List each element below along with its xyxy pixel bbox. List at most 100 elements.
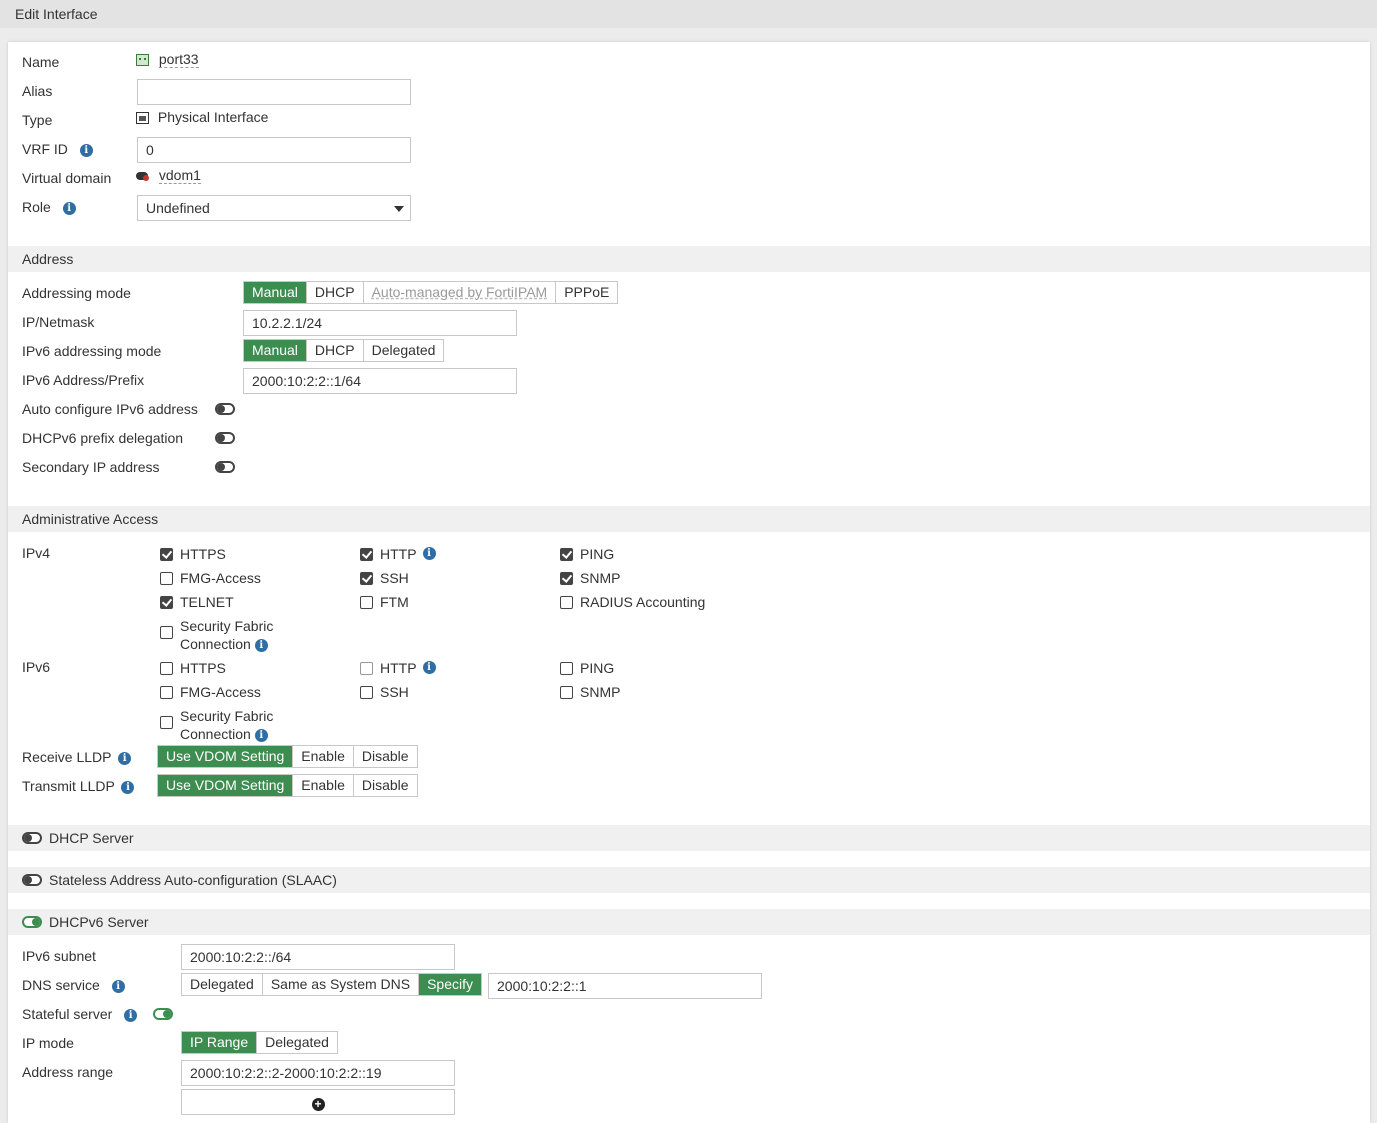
checkbox-box[interactable]: [560, 596, 573, 609]
dns-service-label-text: DNS service: [22, 977, 100, 993]
ipv6-snmp-checkbox[interactable]: SNMP: [560, 683, 620, 701]
mode-pppoe-button[interactable]: PPPoE: [555, 282, 617, 303]
ipv4-security-fabric-checkbox[interactable]: Security Fabric Connection i: [160, 617, 273, 653]
dns-server-input[interactable]: 2000:10:2:2::1: [488, 973, 762, 999]
info-icon[interactable]: i: [254, 638, 268, 652]
checkbox-label: HTTPS: [180, 660, 226, 676]
checkbox-box[interactable]: [160, 548, 173, 561]
transmit-lldp-label: Transmit LLDP i: [22, 778, 135, 794]
dhcp-server-toggle[interactable]: [22, 832, 42, 844]
ipv4-https-checkbox[interactable]: HTTPS: [160, 545, 226, 563]
checkbox-box[interactable]: [160, 686, 173, 699]
vdom-link[interactable]: vdom1: [158, 167, 201, 184]
receive-lldp-label-text: Receive LLDP: [22, 749, 112, 765]
ipv4-radius-accounting-checkbox[interactable]: RADIUS Accounting: [560, 593, 705, 611]
ipv6-mode-dhcp-button[interactable]: DHCP: [305, 340, 363, 361]
vdom-value: vdom1: [136, 167, 201, 184]
ip-mode-delegated-button[interactable]: Delegated: [256, 1032, 337, 1053]
ipv4-http-checkbox[interactable]: HTTP i: [360, 545, 436, 563]
checkbox-box[interactable]: [160, 662, 173, 675]
ipv4-snmp-checkbox[interactable]: SNMP: [560, 569, 620, 587]
info-icon[interactable]: i: [118, 751, 132, 765]
ipv6-security-fabric-checkbox[interactable]: Security Fabric Connection i: [160, 707, 273, 743]
ipv4-ssh-checkbox[interactable]: SSH: [360, 569, 409, 587]
checkbox-box[interactable]: [360, 572, 373, 585]
auto-config-label: Auto configure IPv6 address: [22, 401, 198, 417]
checkbox-box[interactable]: [360, 596, 373, 609]
slaac-section-header: Stateless Address Auto-configuration (SL…: [8, 867, 1370, 893]
dns-specify-button[interactable]: Specify: [418, 974, 482, 995]
dns-delegated-button[interactable]: Delegated: [182, 974, 262, 995]
info-icon[interactable]: i: [422, 661, 436, 674]
checkbox-box[interactable]: [160, 596, 173, 609]
chevron-down-icon: [394, 206, 404, 212]
slaac-toggle[interactable]: [22, 874, 42, 886]
checkbox-box[interactable]: [360, 548, 373, 561]
dhcpv6-server-toggle[interactable]: [22, 916, 42, 928]
receive-lldp-vdom-button[interactable]: Use VDOM Setting: [158, 746, 293, 767]
info-icon[interactable]: i: [79, 143, 93, 157]
transmit-lldp-disable-button[interactable]: Disable: [352, 775, 417, 796]
ipv6-fmg-access-checkbox[interactable]: FMG-Access: [160, 683, 261, 701]
ipv4-telnet-checkbox[interactable]: TELNET: [160, 593, 234, 611]
ipv6-mode-manual-button[interactable]: Manual: [244, 340, 306, 361]
role-select[interactable]: Undefined: [137, 195, 411, 221]
ipv6-ping-checkbox[interactable]: PING: [560, 659, 614, 677]
slaac-title: Stateless Address Auto-configuration (SL…: [49, 872, 337, 888]
checkbox-box[interactable]: [160, 716, 173, 729]
checkbox-box[interactable]: [560, 572, 573, 585]
checkbox-box[interactable]: [360, 686, 373, 699]
ipv6-mode-label: IPv6 addressing mode: [22, 343, 162, 359]
ip-mode-label: IP mode: [22, 1035, 74, 1051]
add-range-button[interactable]: +: [181, 1089, 455, 1115]
dns-system-button[interactable]: Same as System DNS: [261, 974, 418, 995]
checkbox-box[interactable]: [560, 686, 573, 699]
checkbox-label: PING: [580, 660, 615, 676]
info-icon[interactable]: i: [254, 728, 268, 742]
checkbox-box[interactable]: [360, 662, 373, 675]
address-range-input[interactable]: 2000:10:2:2::2-2000:10:2:2::19: [181, 1060, 455, 1086]
receive-lldp-enable-button[interactable]: Enable: [292, 746, 353, 767]
ip-netmask-input[interactable]: 10.2.2.1/24: [243, 310, 517, 336]
checkbox-label: HTTP: [380, 660, 417, 676]
secondary-ip-toggle[interactable]: [215, 461, 235, 473]
auto-config-toggle[interactable]: [215, 403, 235, 415]
interface-name[interactable]: port33: [158, 51, 199, 68]
transmit-lldp-enable-button[interactable]: Enable: [292, 775, 353, 796]
transmit-lldp-vdom-button[interactable]: Use VDOM Setting: [158, 775, 293, 796]
vrf-id-input[interactable]: 0: [137, 137, 411, 163]
alias-input[interactable]: [137, 79, 411, 105]
info-icon[interactable]: i: [124, 1008, 138, 1022]
ipv6-prefix-input[interactable]: 2000:10:2:2::1/64: [243, 368, 517, 394]
mode-fortiipam-button[interactable]: Auto-managed by FortiIPAM: [362, 282, 556, 303]
stateful-server-toggle[interactable]: [153, 1008, 173, 1020]
dns-service-label: DNS service i: [22, 977, 125, 993]
stateful-server-label: Stateful server i: [22, 1006, 138, 1022]
address-section-header: Address: [8, 246, 1370, 272]
ipv6-mode-delegated-button[interactable]: Delegated: [362, 340, 444, 361]
info-icon[interactable]: i: [121, 780, 135, 794]
ipv6-subnet-input[interactable]: 2000:10:2:2::/64: [181, 944, 455, 970]
info-icon[interactable]: i: [62, 201, 76, 215]
ipv4-fmg-access-checkbox[interactable]: FMG-Access: [160, 569, 261, 587]
ipv6-ssh-checkbox[interactable]: SSH: [360, 683, 409, 701]
checkbox-box[interactable]: [560, 548, 573, 561]
ipv4-ping-checkbox[interactable]: PING: [560, 545, 614, 563]
mode-manual-button[interactable]: Manual: [244, 282, 306, 303]
ipv6-http-checkbox[interactable]: HTTP i: [360, 659, 436, 677]
dhcp-server-section-header: DHCP Server: [8, 825, 1370, 851]
receive-lldp-disable-button[interactable]: Disable: [352, 746, 417, 767]
vrf-label: VRF ID i: [22, 141, 93, 157]
info-icon[interactable]: i: [111, 979, 125, 993]
info-icon[interactable]: i: [422, 547, 436, 560]
ipv6-https-checkbox[interactable]: HTTPS: [160, 659, 226, 677]
dhcpv6-pd-toggle[interactable]: [215, 432, 235, 444]
checkbox-box[interactable]: [160, 572, 173, 585]
mode-dhcp-button[interactable]: DHCP: [305, 282, 363, 303]
checkbox-box[interactable]: [160, 626, 173, 639]
ipv6-subnet-label: IPv6 subnet: [22, 948, 96, 964]
ipv4-ftm-checkbox[interactable]: FTM: [360, 593, 409, 611]
ip-mode-range-button[interactable]: IP Range: [182, 1032, 257, 1053]
dhcp-server-title: DHCP Server: [49, 830, 134, 846]
checkbox-box[interactable]: [560, 662, 573, 675]
